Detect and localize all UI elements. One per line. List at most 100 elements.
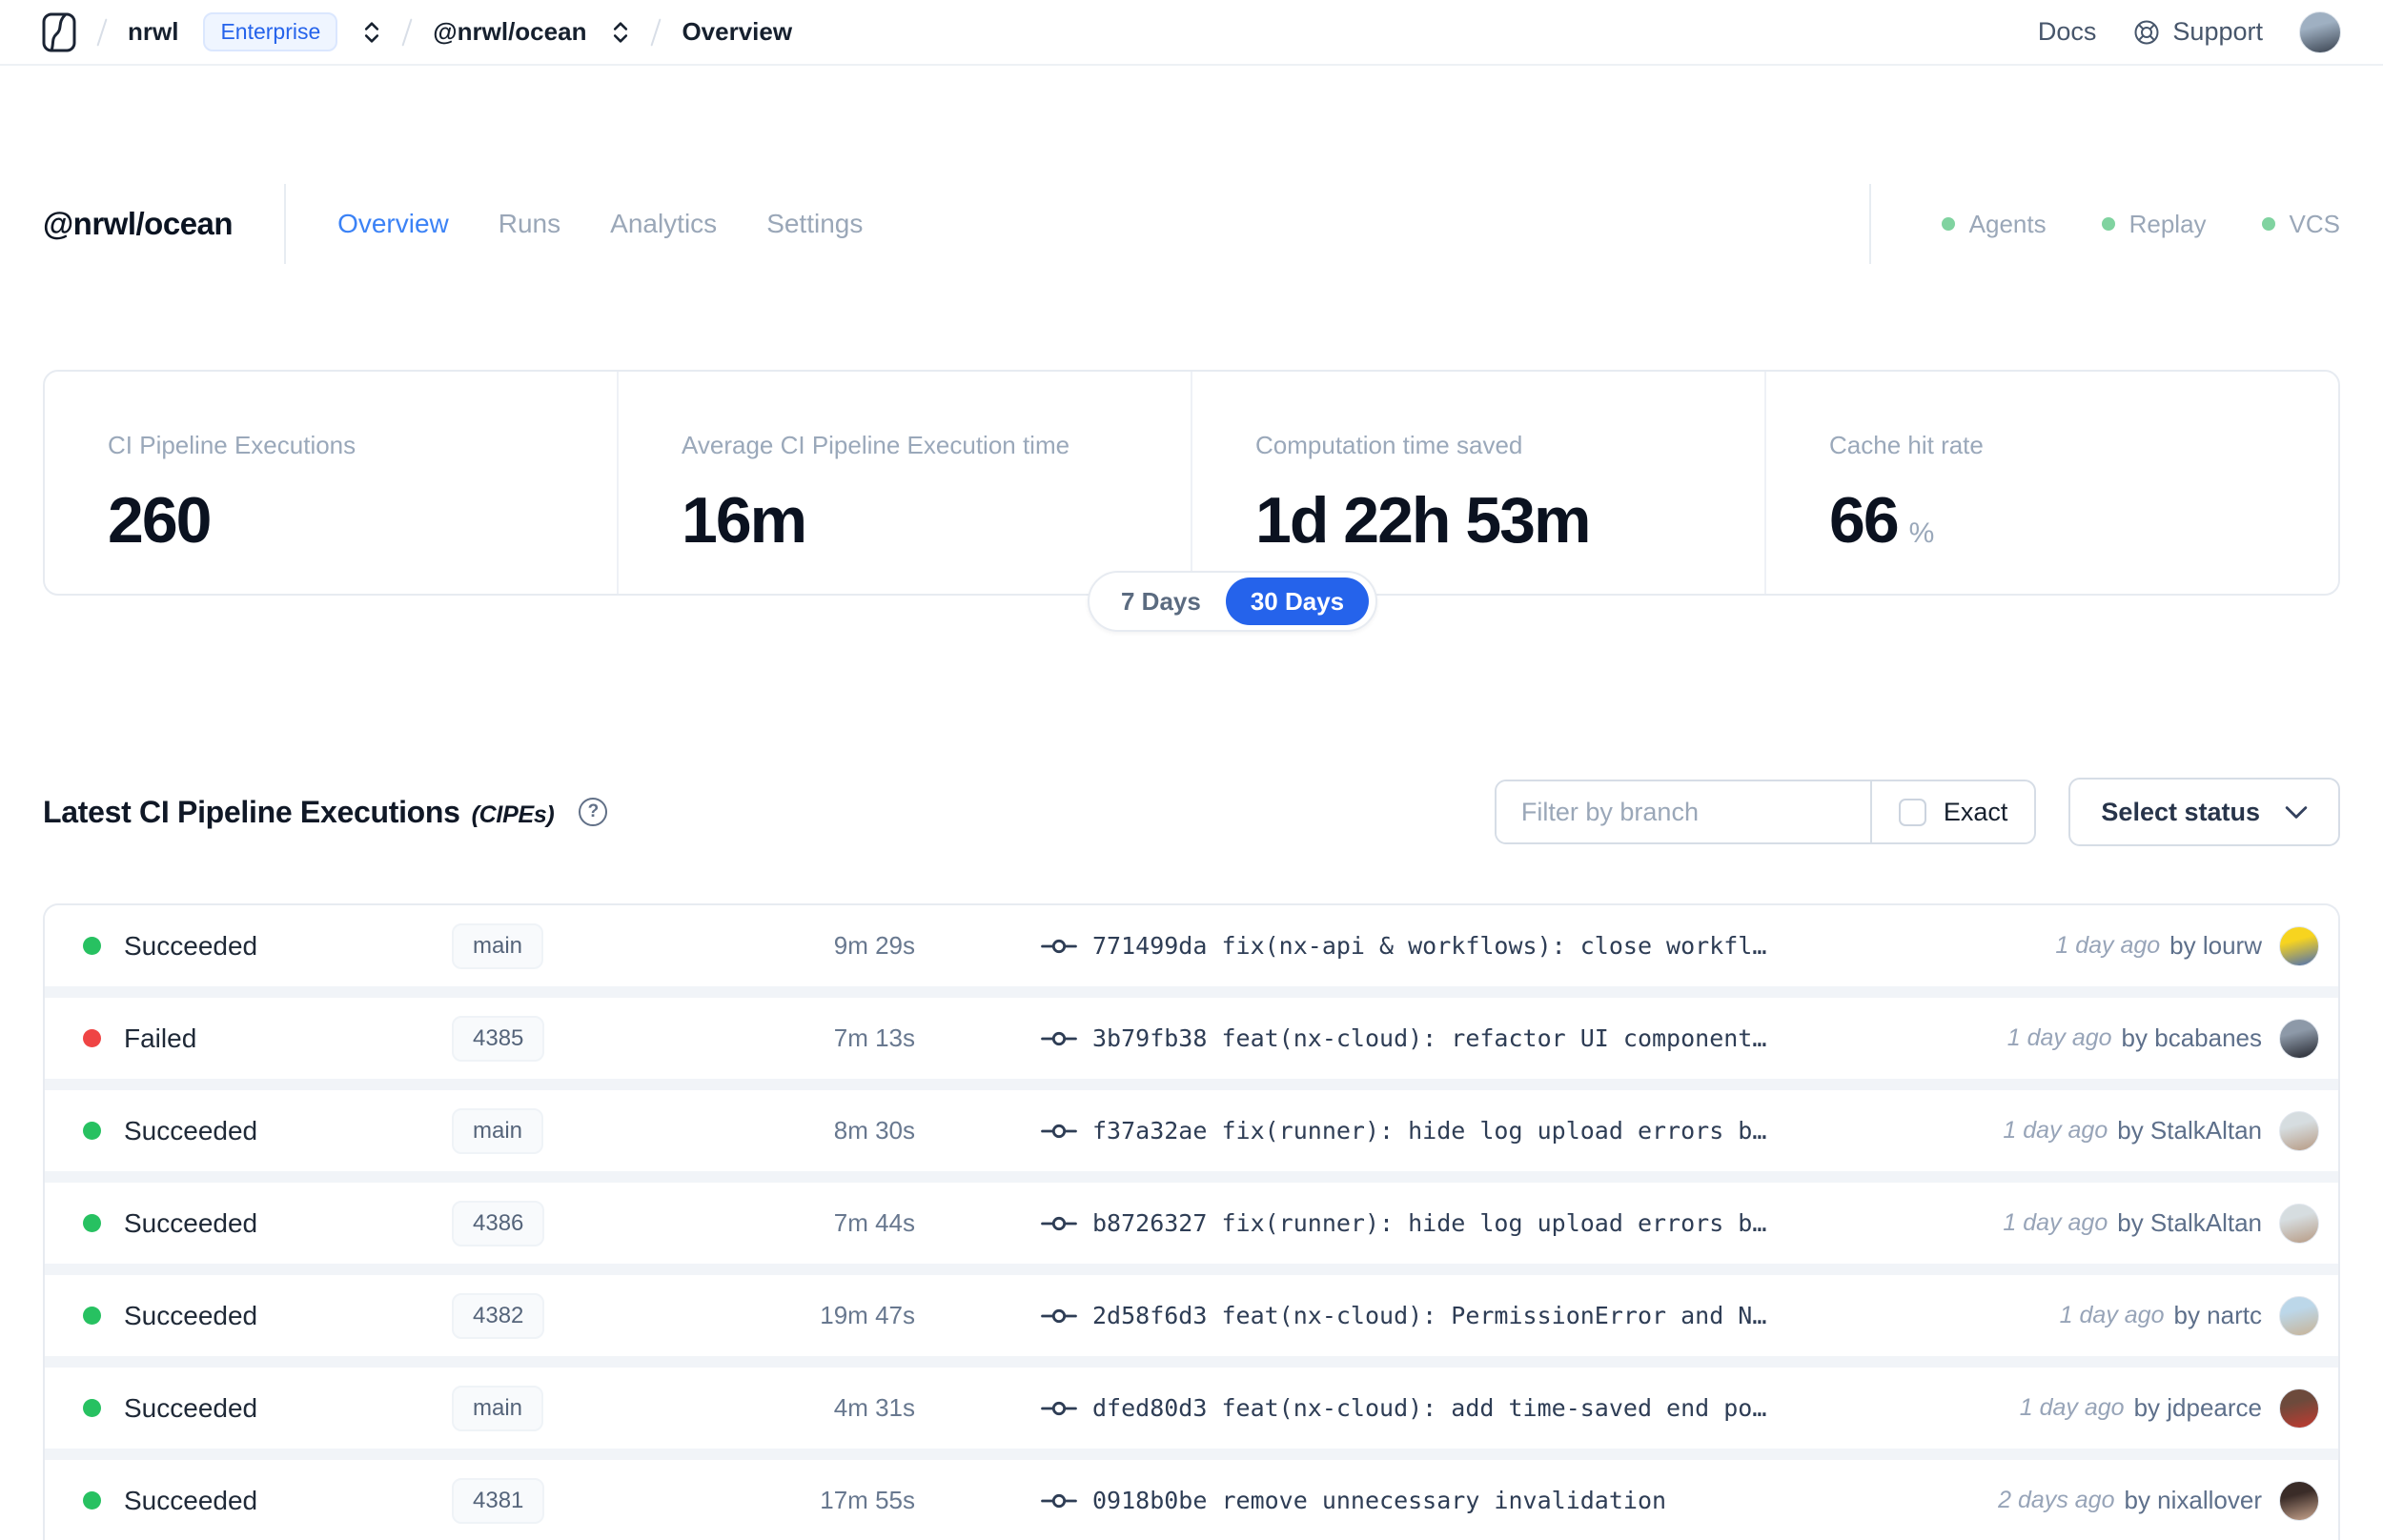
cipe-duration: 19m 47s	[820, 1301, 915, 1329]
branch-cell: 4385	[438, 1015, 743, 1062]
section-title-text: Latest CI Pipeline Executions	[43, 794, 460, 829]
status-select-dropdown[interactable]: Select status	[2068, 778, 2340, 846]
time-ago: 1 day ago	[2003, 1117, 2108, 1144]
cipe-duration: 17m 55s	[820, 1486, 915, 1514]
author-label: by bcabanes	[2121, 1023, 2262, 1052]
branch-badge[interactable]: 4385	[452, 1015, 545, 1062]
cipe-status: Failed	[124, 1023, 197, 1053]
support-link[interactable]: Support	[2132, 17, 2263, 47]
author-label: by nixallover	[2124, 1486, 2262, 1514]
cipe-row[interactable]: Succeeded main 9m 29s 771499da fix(nx-ap…	[45, 905, 2338, 986]
tab-overview[interactable]: Overview	[337, 209, 449, 239]
nx-cloud-logo[interactable]	[42, 12, 76, 52]
support-label: Support	[2172, 17, 2263, 46]
commit-message[interactable]: b8726327 fix(runner): hide log upload er…	[1092, 1209, 1766, 1237]
cipe-row[interactable]: Succeeded 4382 19m 47s 2d58f6d3 feat(nx-…	[45, 1275, 2338, 1356]
branch-cell: main	[438, 1385, 743, 1431]
commit-message[interactable]: dfed80d3 feat(nx-cloud): add time-saved …	[1092, 1394, 1766, 1422]
cipe-row[interactable]: Succeeded main 4m 31s dfed80d3 feat(nx-c…	[45, 1368, 2338, 1449]
branch-badge[interactable]: main	[452, 1385, 544, 1431]
author-avatar[interactable]	[2279, 1203, 2319, 1244]
cipe-status: Succeeded	[124, 1485, 258, 1515]
stat-value: 16m	[682, 484, 807, 557]
commit-message[interactable]: 3b79fb38 feat(nx-cloud): refactor UI com…	[1092, 1024, 1766, 1052]
author-label: by jdpearce	[2133, 1393, 2262, 1422]
row-meta: 2 days ago by nixallover	[1998, 1480, 2319, 1521]
branch-badge[interactable]: main	[452, 922, 544, 969]
status-dot	[83, 1214, 101, 1232]
stat-value: 66	[1829, 484, 1900, 557]
git-commit-icon	[1041, 1401, 1077, 1415]
author-avatar[interactable]	[2279, 1388, 2319, 1429]
branch-badge[interactable]: 4382	[452, 1292, 545, 1339]
commit-message[interactable]: 0918b0be remove unnecessary invalidation	[1092, 1487, 1666, 1514]
feature-label: VCS	[2289, 209, 2340, 238]
stat-suffix: %	[1908, 517, 1935, 549]
commit-message[interactable]: 771499da fix(nx-api & workflows): close …	[1092, 932, 1766, 960]
workspace-switcher-chevron-icon[interactable]	[611, 19, 630, 46]
tab-analytics[interactable]: Analytics	[610, 209, 717, 239]
exact-filter: Exact	[1869, 781, 2035, 842]
cipe-row[interactable]: Succeeded 4386 7m 44s b8726327 fix(runne…	[45, 1183, 2338, 1264]
range-7-days[interactable]: 7 Days	[1096, 578, 1226, 625]
exact-checkbox[interactable]	[1898, 798, 1926, 826]
cipe-row[interactable]: Succeeded main 8m 30s f37a32ae fix(runne…	[45, 1090, 2338, 1171]
author-label: by StalkAltan	[2117, 1116, 2262, 1145]
cipe-duration: 7m 44s	[833, 1208, 915, 1237]
author-avatar[interactable]	[2279, 1480, 2319, 1521]
commit-cell: f37a32ae fix(runner): hide log upload er…	[1041, 1117, 1766, 1145]
author-avatar[interactable]	[2279, 1018, 2319, 1059]
author-avatar[interactable]	[2279, 1110, 2319, 1151]
branch-cell: main	[438, 1107, 743, 1154]
feature-label: Agents	[1968, 209, 2047, 238]
breadcrumb-workspace[interactable]: @nrwl/ocean	[433, 17, 586, 47]
branch-badge[interactable]: 4386	[452, 1200, 545, 1246]
breadcrumb-org[interactable]: nrwl	[128, 17, 178, 47]
docs-link[interactable]: Docs	[2038, 17, 2097, 47]
tab-settings[interactable]: Settings	[766, 209, 863, 239]
status-dot	[83, 1122, 101, 1140]
feature-vcs: VCS	[2261, 209, 2340, 239]
stat-label: Average CI Pipeline Execution time	[682, 431, 1070, 459]
org-switcher-chevron-icon[interactable]	[362, 19, 381, 46]
branch-badge[interactable]: main	[452, 1107, 544, 1154]
branch-cell: 4381	[438, 1477, 743, 1524]
tab-runs[interactable]: Runs	[499, 209, 560, 239]
feature-status-group: Agents Replay VCS	[1868, 184, 2340, 264]
cipe-status: Succeeded	[124, 1207, 258, 1238]
row-meta: 1 day ago by StalkAltan	[2003, 1203, 2319, 1244]
author-label: by lourw	[2169, 931, 2262, 960]
status-dot-icon	[2261, 217, 2275, 231]
row-meta: 1 day ago by nartc	[2059, 1295, 2319, 1336]
topbar-actions: Docs Support	[2038, 10, 2341, 53]
chevron-down-icon	[2285, 805, 2308, 819]
time-ago: 2 days ago	[1998, 1487, 2115, 1513]
commit-message[interactable]: f37a32ae fix(runner): hide log upload er…	[1092, 1117, 1766, 1145]
author-label: by StalkAltan	[2117, 1208, 2262, 1237]
workspace-tabs: Overview Runs Analytics Settings	[337, 209, 863, 239]
author-avatar[interactable]	[2279, 925, 2319, 966]
git-commit-icon	[1041, 1216, 1077, 1230]
stat-label: CI Pipeline Executions	[108, 431, 356, 459]
commit-message[interactable]: 2d58f6d3 feat(nx-cloud): PermissionError…	[1092, 1302, 1766, 1329]
user-avatar[interactable]	[2299, 10, 2341, 53]
range-30-days[interactable]: 30 Days	[1225, 578, 1370, 625]
cipe-row[interactable]: Failed 4385 7m 13s 3b79fb38 feat(nx-clou…	[45, 998, 2338, 1079]
page-title: @nrwl/ocean	[43, 206, 234, 241]
cipe-row[interactable]: Succeeded 4381 17m 55s 0918b0be remove u…	[45, 1460, 2338, 1540]
time-ago: 1 day ago	[2006, 1024, 2112, 1051]
help-icon[interactable]: ?	[579, 798, 608, 826]
git-commit-icon	[1041, 1124, 1077, 1138]
status-dot-icon	[2101, 217, 2115, 231]
top-navigation-bar: nrwl Enterprise @nrwl/ocean Overview Doc…	[0, 0, 2383, 66]
time-ago: 1 day ago	[2059, 1302, 2165, 1328]
branch-filter-input[interactable]	[1496, 781, 1870, 842]
cipe-status: Succeeded	[124, 1115, 258, 1145]
branch-badge[interactable]: 4381	[452, 1477, 545, 1524]
feature-agents: Agents	[1941, 209, 2047, 239]
git-commit-icon	[1041, 1308, 1077, 1323]
feature-replay: Replay	[2101, 210, 2207, 239]
status-dot	[83, 937, 101, 955]
branch-filter-group: Exact	[1494, 780, 2037, 844]
author-avatar[interactable]	[2279, 1295, 2319, 1336]
